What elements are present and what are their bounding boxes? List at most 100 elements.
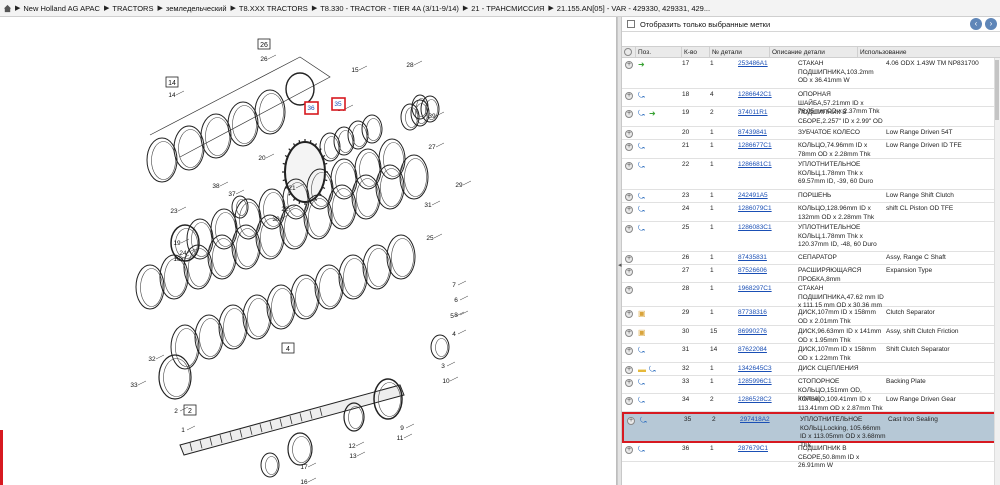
add-to-cart-icon[interactable]: +	[625, 286, 633, 294]
cross-reference-icon[interactable]: ⤿	[640, 417, 649, 425]
col-header-usage[interactable]: Использование	[858, 47, 1000, 57]
add-to-cart-icon[interactable]: +	[625, 110, 633, 118]
col-header-desc[interactable]: Описание детали	[770, 47, 858, 57]
cell-part[interactable]: 87526606	[738, 267, 796, 276]
cross-reference-icon[interactable]: ⤿	[638, 347, 647, 355]
cell-part[interactable]: 1286677C1	[738, 142, 796, 151]
table-row[interactable]: + ⤿ 22 1 1286681C1 УПЛОТНИТЕЛЬНОЕ КОЛЬЦ,1.78m…	[622, 159, 1000, 190]
table-row[interactable]: +26 1 87435831 СЕПАРАТОР Assy, Range C Shaft	[622, 252, 1000, 265]
table-row[interactable]: + ▣ 29 1 87738316 ДИСК,107mm ID x 158mm OD x …	[622, 307, 1000, 326]
col-header-pos[interactable]: Поз.	[636, 47, 682, 57]
cell-part[interactable]: 1286528C2	[738, 396, 796, 405]
add-to-cart-icon[interactable]: +	[625, 162, 633, 170]
table-row[interactable]: +28 1 1968297C1 СТАКАН ПОДШИПНИКА,47.62 mm …	[622, 283, 1000, 309]
add-to-cart-icon[interactable]: +	[625, 61, 633, 69]
cell-part[interactable]: 1968297C1	[738, 285, 796, 294]
add-to-cart-icon[interactable]: +	[625, 130, 633, 138]
table-row[interactable]: + ⤿ 23 1 242491A5 ПОРШЕНЬ Low Range Shift Clut…	[622, 190, 1000, 203]
cell-part[interactable]: 1286681C1	[738, 161, 796, 170]
table-row[interactable]: + ⤿ 21 1 1286677C1 КОЛЬЦО,74.96mm ID x 78mm O…	[622, 140, 1000, 159]
table-row-selected[interactable]: + ⤿ 35 2 297418A2 УПЛОТНИТЕЛЬНОЕ КОЛЬЦ,Lockin…	[622, 412, 1000, 449]
cell-part[interactable]: 1286083C1	[738, 224, 796, 233]
cell-part[interactable]: 87435831	[738, 254, 796, 263]
cross-reference-icon[interactable]: ⤿	[638, 397, 647, 405]
col-header-part[interactable]: № детали	[710, 47, 770, 57]
add-to-cart-icon[interactable]: +	[625, 446, 633, 454]
cell-part[interactable]: 87738316	[738, 309, 796, 318]
forward-icon[interactable]: ➜	[649, 110, 658, 118]
kit-box-icon[interactable]: ▣	[638, 329, 647, 337]
add-to-cart-icon[interactable]: +	[627, 417, 635, 425]
cross-reference-icon[interactable]: ⤿	[638, 225, 647, 233]
table-row[interactable]: + ⤿ 34 2 1286528C2 КОЛЬЦО,109.41mm ID x 113.4…	[622, 394, 1000, 412]
breadcrumb-item[interactable]: ▶ земледельческий	[157, 4, 226, 13]
table-row[interactable]: + ⤿ 33 1 1285996C1 СТОПОРНОЕ КОЛЬЦО,151mm OD,…	[622, 376, 1000, 402]
table-row[interactable]: + ⤿ 36 1 287679C1 ПОДШИПНИК В СБОРЕ,50.8mm ID…	[622, 443, 1000, 469]
breadcrumb-item[interactable]: ▶ TRACTORS	[104, 4, 154, 13]
header-add-icon[interactable]	[622, 47, 636, 57]
cell-part[interactable]: 86990276	[738, 328, 796, 337]
add-to-cart-icon[interactable]: +	[625, 268, 633, 276]
table-row[interactable]: +27 1 87526606 РАСШИРЯЮЩАЯСЯ ПРОБКА,8mm Expa…	[622, 265, 1000, 283]
cell-part[interactable]: 374011R1	[738, 109, 796, 118]
folder-icon[interactable]: ▬	[638, 366, 647, 374]
table-row[interactable]: + ⤿ ➜ 19 2 374011R1 ПОДШИПНИК В СБОРЕ,2.257" I…	[622, 107, 1000, 127]
table-row[interactable]: + ▬ ⤿ 32 1 1342645C3 ДИСК СЦЕПЛЕНИЯ	[622, 363, 1000, 376]
add-to-cart-icon[interactable]: +	[625, 225, 633, 233]
cross-reference-icon[interactable]: ⤿	[638, 193, 647, 201]
splitter-grip-icon[interactable]: ◂	[618, 261, 622, 271]
kit-box-icon[interactable]: ▣	[638, 310, 647, 318]
add-to-cart-icon[interactable]: +	[625, 92, 633, 100]
next-icon[interactable]: ›	[985, 18, 997, 30]
breadcrumb-item[interactable]: ▶ New Holland AG APAC	[15, 4, 100, 13]
add-to-cart-icon[interactable]: +	[625, 397, 633, 405]
add-to-cart-icon[interactable]: +	[625, 206, 633, 214]
cross-reference-icon[interactable]: ⤿	[638, 92, 647, 100]
cell-desc: РАСШИРЯЮЩАЯСЯ ПРОБКА,8mm	[798, 267, 862, 283]
table-row[interactable]: + ⤿ 31 14 87622084 ДИСК,107mm ID x 158mm OD x…	[622, 344, 1000, 363]
cell-part[interactable]: 1286079C1	[738, 205, 796, 214]
add-to-cart-icon[interactable]: +	[625, 366, 633, 374]
cell-part[interactable]: 1286642C1	[738, 91, 796, 100]
add-to-cart-icon[interactable]: +	[625, 347, 633, 355]
cross-reference-icon[interactable]: ⤿	[638, 162, 647, 170]
cross-reference-icon[interactable]: ⤿	[638, 379, 647, 387]
table-row[interactable]: + ⤿ 24 1 1286079C1 КОЛЬЦО,128.96mm ID x 132mm…	[622, 203, 1000, 222]
prev-icon[interactable]: ‹	[970, 18, 982, 30]
cross-reference-icon[interactable]: ⤿	[649, 366, 658, 374]
home-icon[interactable]	[3, 4, 12, 13]
add-to-cart-icon[interactable]: +	[625, 310, 633, 318]
table-row[interactable]: + ⤿ 18 4 1286642C1 ОПОРНАЯ ШАЙБА,57.21mm ID x…	[622, 89, 1000, 115]
add-to-cart-icon[interactable]: +	[625, 143, 633, 151]
callout-30: 30	[272, 216, 280, 223]
cell-part[interactable]: 253486A1	[738, 60, 796, 69]
cell-part[interactable]: 87622084	[738, 346, 796, 355]
forward-icon[interactable]: ➜	[638, 61, 647, 69]
cell-part[interactable]: 1342645C3	[738, 365, 796, 374]
breadcrumb-item[interactable]: ▶ 21.155.AN[05] - VAR - 429330, 429331, 4…	[548, 4, 710, 13]
breadcrumb-item[interactable]: ▶ T8.330 - TRACTOR - TIER 4A (3/11-9/14)	[312, 4, 459, 13]
add-to-cart-icon[interactable]: +	[625, 193, 633, 201]
table-row[interactable]: +20 1 87439841 ЗУБЧАТОЕ КОЛЕСО Low Range Dri…	[622, 127, 1000, 140]
breadcrumb-item[interactable]: ▶ T8.XXX TRACTORS	[231, 4, 308, 13]
cross-reference-icon[interactable]: ⤿	[638, 206, 647, 214]
grid-scrollbar[interactable]	[994, 58, 1000, 485]
table-row[interactable]: + ▣ 30 15 86990276 ДИСК,96.63mm ID x 141mm OD…	[622, 326, 1000, 344]
cell-part[interactable]: 287679C1	[738, 445, 796, 454]
cell-part[interactable]: 242491A5	[738, 192, 796, 201]
cross-reference-icon[interactable]: ⤿	[638, 143, 647, 151]
cell-part[interactable]: 1285996C1	[738, 378, 796, 387]
breadcrumb-item[interactable]: ▶ 21 - ТРАНСМИССИЯ	[463, 4, 545, 13]
cross-reference-icon[interactable]: ⤿	[638, 110, 647, 118]
cell-part[interactable]: 87439841	[738, 129, 796, 138]
col-header-qty[interactable]: К-во	[682, 47, 710, 57]
cell-qty: 2	[712, 416, 716, 423]
grid-scrollbar-thumb[interactable]	[995, 60, 999, 120]
add-to-cart-icon[interactable]: +	[625, 329, 633, 337]
table-row[interactable]: + ⤿ 25 1 1286083C1 УПЛОТНИТЕЛЬНОЕ КОЛЬЦ,1.78m…	[622, 222, 1000, 252]
add-to-cart-icon[interactable]: +	[625, 379, 633, 387]
table-row[interactable]: + ➜ 17 1 253486A1 СТАКАН ПОДШИПНИКА,103.2mm O…	[622, 58, 1000, 89]
cell-part[interactable]: 297418A2	[740, 416, 798, 425]
cross-reference-icon[interactable]: ⤿	[638, 446, 647, 454]
add-to-cart-icon[interactable]: +	[625, 255, 633, 263]
